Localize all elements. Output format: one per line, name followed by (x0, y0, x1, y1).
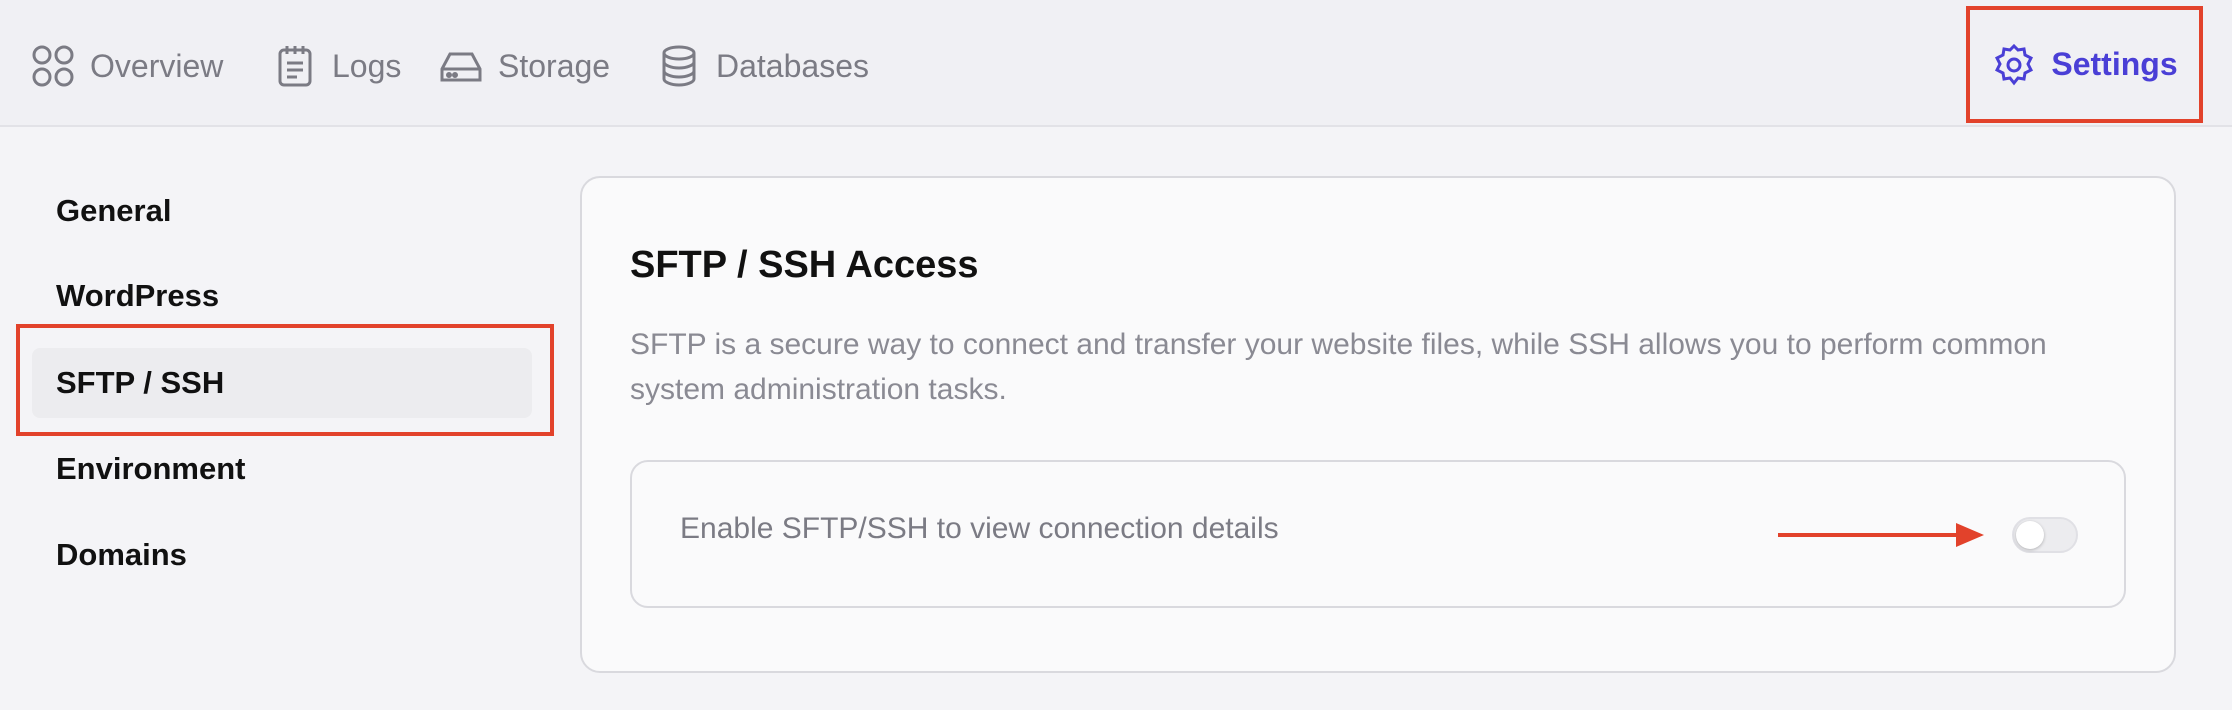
sidebar-item-sftp-ssh[interactable]: SFTP / SSH (32, 348, 532, 418)
enable-sftp-label: Enable SFTP/SSH to view connection detai… (680, 512, 1279, 545)
clipboard-icon (278, 46, 312, 87)
nav-logs-label: Logs (332, 47, 402, 84)
toggle-knob (2016, 521, 2044, 549)
card-description: SFTP is a secure way to connect and tran… (630, 328, 2047, 406)
sidebar-item-label: Environment (56, 451, 246, 486)
sidebar-item-label: WordPress (56, 278, 220, 313)
nav-overview[interactable]: Overview (30, 36, 223, 96)
nav-settings[interactable]: Settings (1966, 6, 2203, 123)
nav-settings-label: Settings (2051, 46, 2178, 82)
nav-databases[interactable]: Databases (656, 36, 869, 96)
sidebar-item-wordpress[interactable]: WordPress (32, 261, 532, 331)
enable-sftp-toggle[interactable] (2012, 517, 2078, 553)
sidebar-item-environment[interactable]: Environment (32, 434, 532, 504)
sidebar-item-label: Domains (56, 537, 187, 572)
nav-logs[interactable]: Logs (272, 36, 401, 96)
overview-grid-icon (32, 45, 74, 87)
gear-icon (1995, 43, 2034, 85)
nav-storage-label: Storage (498, 47, 611, 84)
nav-storage[interactable]: Storage (438, 36, 610, 96)
arrow-right-icon (1778, 523, 1984, 547)
nav-overview-label: Overview (90, 47, 224, 84)
sidebar-item-domains[interactable]: Domains (32, 520, 532, 590)
hard-drive-icon (440, 52, 482, 82)
sidebar-item-general[interactable]: General (32, 176, 532, 246)
card-title: SFTP / SSH Access (630, 244, 979, 286)
database-icon (662, 45, 696, 87)
top-navigation-bar: Overview Logs Storage Databases Settings (0, 0, 2232, 127)
sidebar-item-label: General (56, 193, 172, 228)
nav-databases-label: Databases (716, 47, 869, 84)
sidebar-item-label: SFTP / SSH (56, 365, 225, 400)
